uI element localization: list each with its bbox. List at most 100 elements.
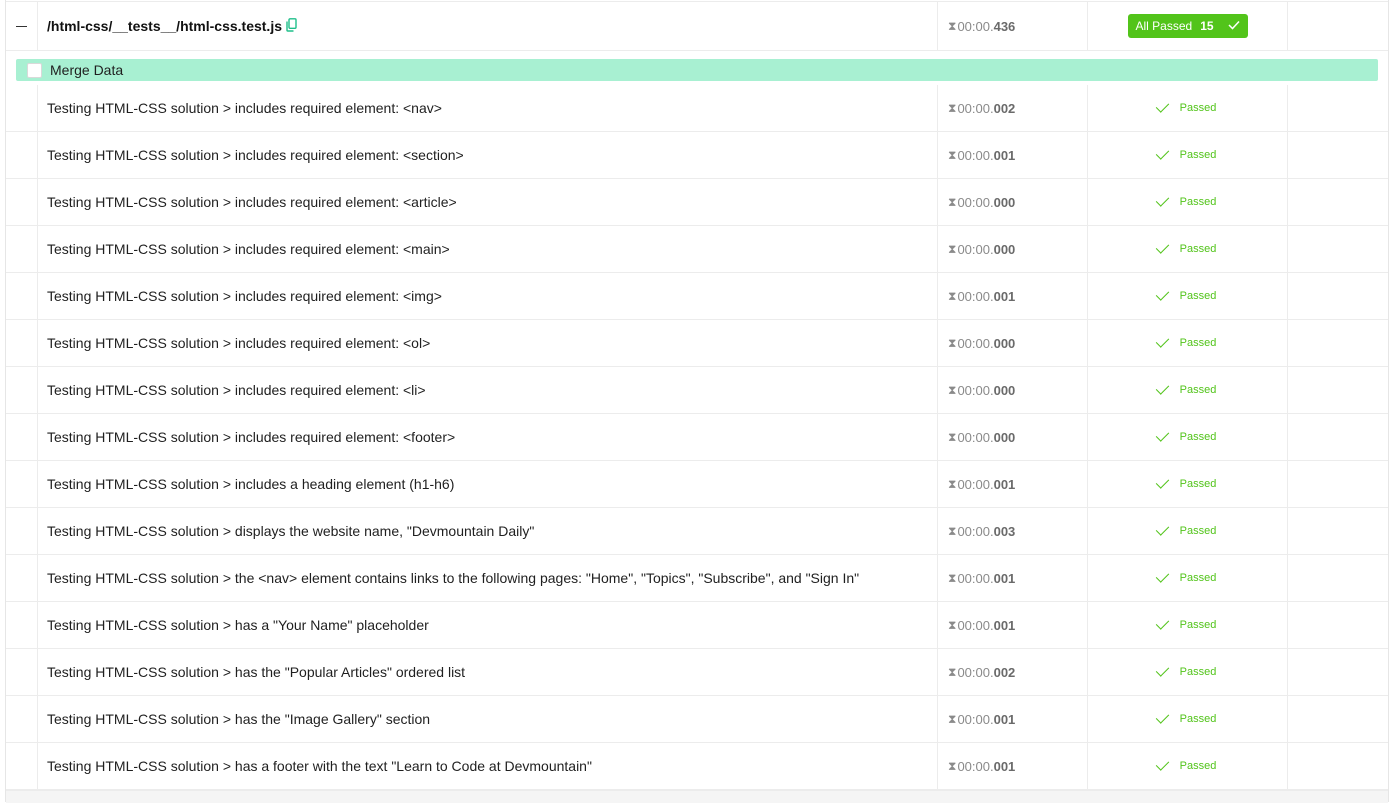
check-icon <box>1155 710 1169 724</box>
row-actions-cell <box>1288 649 1388 695</box>
row-actions-cell <box>1288 132 1388 178</box>
status-label: Passed <box>1179 196 1217 208</box>
check-icon <box>1155 757 1169 771</box>
row-gutter <box>6 555 38 601</box>
table-row[interactable]: Testing HTML-CSS solution > has the "Pop… <box>6 649 1388 696</box>
test-title-cell: Testing HTML-CSS solution > includes req… <box>38 414 938 460</box>
check-icon <box>1155 616 1169 630</box>
check-icon <box>1155 522 1169 536</box>
row-gutter <box>6 320 38 366</box>
row-gutter <box>6 414 38 460</box>
hourglass-icon: ⧗ <box>948 382 957 397</box>
test-title-cell: Testing HTML-CSS solution > includes a h… <box>38 461 938 507</box>
test-status-cell: Passed <box>1088 226 1288 272</box>
test-title-cell: Testing HTML-CSS solution > displays the… <box>38 508 938 554</box>
test-status-cell: Passed <box>1088 743 1288 789</box>
hourglass-icon: ⧗ <box>948 711 957 726</box>
row-gutter <box>6 649 38 695</box>
table-row[interactable]: Testing HTML-CSS solution > the <nav> el… <box>6 555 1388 602</box>
table-row[interactable]: Testing HTML-CSS solution > displays the… <box>6 508 1388 555</box>
table-row[interactable]: Testing HTML-CSS solution > includes req… <box>6 85 1388 132</box>
row-gutter <box>6 508 38 554</box>
test-title: Testing HTML-CSS solution > includes req… <box>47 194 457 210</box>
check-icon <box>1155 569 1169 583</box>
row-gutter <box>6 85 38 131</box>
status-label: Passed <box>1179 666 1217 678</box>
row-actions-cell <box>1288 85 1388 131</box>
status-badge: Passed <box>1155 569 1216 584</box>
status-label: Passed <box>1179 525 1217 537</box>
table-row[interactable]: Testing HTML-CSS solution > has a footer… <box>6 743 1388 790</box>
test-status-cell: Passed <box>1088 273 1288 319</box>
table-row[interactable]: Testing HTML-CSS solution > includes req… <box>6 226 1388 273</box>
table-row[interactable]: Testing HTML-CSS solution > includes req… <box>6 367 1388 414</box>
row-actions-cell <box>1288 226 1388 272</box>
check-icon <box>1155 381 1169 395</box>
table-row[interactable]: Testing HTML-CSS solution > has a "Your … <box>6 602 1388 649</box>
status-label: Passed <box>1179 149 1217 161</box>
suite-header-row: /html-css/__tests__/html-css.test.js ⧗ 0… <box>6 1 1388 51</box>
suite-actions-cell <box>1288 2 1388 50</box>
status-badge: Passed <box>1155 240 1216 255</box>
table-row[interactable]: Testing HTML-CSS solution > has the "Ima… <box>6 696 1388 743</box>
row-gutter <box>6 132 38 178</box>
test-title-cell: Testing HTML-CSS solution > includes req… <box>38 367 938 413</box>
test-title: Testing HTML-CSS solution > has the "Pop… <box>47 664 466 680</box>
passed-count: 15 <box>1200 19 1214 33</box>
test-duration: ⧗ 00:00. 001 <box>938 132 1088 178</box>
check-icon <box>1155 240 1169 254</box>
status-badge: Passed <box>1155 334 1217 349</box>
hourglass-icon: ⧗ <box>948 288 957 303</box>
test-duration: ⧗ 00:00. 001 <box>938 555 1088 601</box>
check-icon <box>1155 99 1169 113</box>
test-title-cell: Testing HTML-CSS solution > has a footer… <box>38 743 938 789</box>
hourglass-icon: ⧗ <box>948 147 957 162</box>
test-duration: ⧗ 00:00. 000 <box>938 226 1088 272</box>
row-gutter <box>6 602 38 648</box>
test-duration: ⧗ 00:00. 000 <box>938 367 1088 413</box>
status-badge: Passed <box>1155 616 1216 631</box>
test-title-cell: Testing HTML-CSS solution > includes req… <box>38 226 938 272</box>
test-duration: ⧗ 00:00. 001 <box>938 273 1088 319</box>
test-duration: ⧗ 00:00. 000 <box>938 179 1088 225</box>
test-duration: ⧗ 00:00. 001 <box>938 602 1088 648</box>
merge-data-checkbox[interactable] <box>27 62 42 78</box>
test-title: Testing HTML-CSS solution > includes req… <box>47 429 456 445</box>
table-row[interactable]: Testing HTML-CSS solution > includes req… <box>6 132 1388 179</box>
hourglass-icon: ⧗ <box>948 570 957 585</box>
status-badge: Passed <box>1155 710 1216 725</box>
test-duration: ⧗ 00:00. 001 <box>938 461 1088 507</box>
test-title-cell: Testing HTML-CSS solution > has a "Your … <box>38 602 938 648</box>
table-row[interactable]: Testing HTML-CSS solution > includes req… <box>6 179 1388 226</box>
check-icon <box>1155 334 1169 348</box>
row-actions-cell <box>1288 273 1388 319</box>
test-duration: ⧗ 00:00. 003 <box>938 508 1088 554</box>
test-status-cell: Passed <box>1088 649 1288 695</box>
status-badge: Passed <box>1155 146 1217 161</box>
row-gutter <box>6 179 38 225</box>
status-label: Passed <box>1179 290 1217 302</box>
table-row[interactable]: Testing HTML-CSS solution > includes req… <box>6 414 1388 461</box>
table-row[interactable]: Testing HTML-CSS solution > includes a h… <box>6 461 1388 508</box>
table-row[interactable]: Testing HTML-CSS solution > includes req… <box>6 273 1388 320</box>
row-gutter <box>6 461 38 507</box>
check-icon <box>1155 428 1169 442</box>
table-row[interactable]: Testing HTML-CSS solution > includes req… <box>6 320 1388 367</box>
collapse-button[interactable] <box>6 2 38 50</box>
table-footer <box>6 790 1388 803</box>
hourglass-icon: ⧗ <box>948 476 957 491</box>
test-title-cell: Testing HTML-CSS solution > the <nav> el… <box>38 555 938 601</box>
test-status-cell: Passed <box>1088 414 1288 460</box>
row-actions-cell <box>1288 179 1388 225</box>
all-passed-badge: All Passed 15 <box>1127 14 1248 38</box>
row-actions-cell <box>1288 508 1388 554</box>
check-icon <box>1155 663 1169 677</box>
status-label: Passed <box>1179 337 1217 349</box>
check-icon <box>1155 146 1169 160</box>
suite-path: /html-css/__tests__/html-css.test.js <box>47 18 282 34</box>
test-title: Testing HTML-CSS solution > has a "Your … <box>47 617 429 633</box>
suite-duration: ⧗ 00:00. 436 <box>938 2 1088 50</box>
copy-icon[interactable] <box>286 17 297 35</box>
status-badge: Passed <box>1155 428 1216 443</box>
check-icon <box>1155 193 1169 207</box>
